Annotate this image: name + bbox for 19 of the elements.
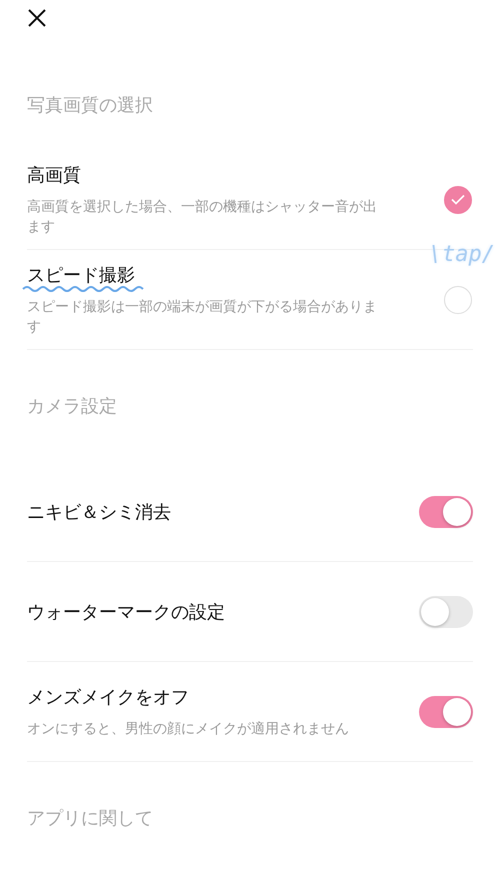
close-icon: [27, 8, 47, 28]
toggle-switch[interactable]: [419, 696, 473, 728]
option-label: ニキビ＆シミ消去: [27, 500, 172, 524]
section-header: 写真画質の選択: [27, 94, 153, 117]
option-description: 高画質を選択した場合、一部の機種はシャッター音が出ます: [27, 198, 378, 236]
section-header: アプリに関して: [27, 807, 153, 830]
annotation-text: \tap/: [428, 242, 495, 267]
option-label: ウォーターマークの設定: [27, 600, 226, 624]
close-button[interactable]: [27, 8, 47, 28]
section-header: カメラ設定: [27, 395, 117, 418]
option-description: スピード撮影は一部の端末が画質が下がる場合があります: [27, 298, 378, 336]
option-label: 高画質: [27, 164, 82, 186]
radio-button[interactable]: [444, 186, 472, 214]
option-label: スピード撮影: [27, 264, 136, 286]
option-label: メンズメイクをオフ: [27, 686, 190, 708]
toggle-switch[interactable]: [419, 496, 473, 528]
toggle-switch[interactable]: [419, 596, 473, 628]
option-description: オンにすると、男性の顔にメイクが適用されません: [27, 720, 350, 738]
check-icon: [451, 194, 465, 205]
